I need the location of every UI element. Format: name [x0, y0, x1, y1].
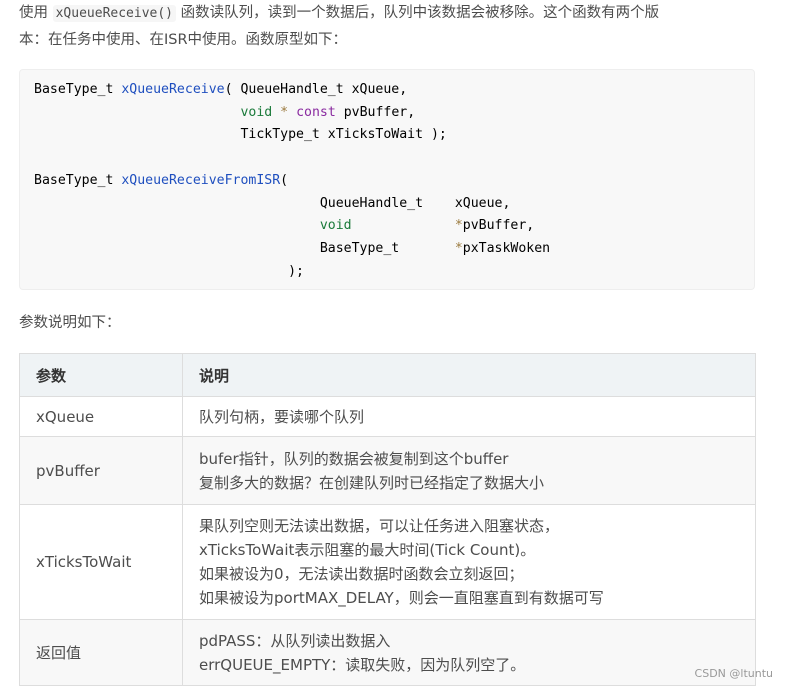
code-keyword: const [296, 104, 336, 120]
code-arg-type: void [319, 218, 352, 234]
intro-line-2: 本：在任务中使用、在ISR中使用。函数原型如下： [19, 32, 348, 48]
code-arg-type: QueueHandle_t [319, 195, 424, 211]
code-keyword: void [240, 104, 273, 120]
table-row: xQueue 队列句柄，要读哪个队列 [19, 396, 756, 437]
code-open-paren: ( [280, 172, 289, 188]
param-name: 返回值 [19, 619, 183, 686]
code-param-1: ( QueueHandle_t xQueue, [224, 82, 408, 97]
code-param-3: TickType_t xTicksToWait ); [240, 127, 447, 143]
desc-line: 复制多大的数据？在创建队列时已经指定了数据大小 [199, 473, 545, 492]
code-arg-name: xQueue, [454, 195, 511, 211]
params-heading: 参数说明如下： [19, 315, 121, 331]
table-row: 返回值 pdPASS：从队列读出数据入 errQUEUE_EMPTY：读取失败，… [19, 619, 756, 686]
desc-line: xTicksToWait表示阻塞的最大时间(Tick Count)。 [199, 541, 536, 559]
intro-line-1: 使用 xQueueReceive() 函数读队列，读到一个数据后，队列中该数据会… [19, 0, 764, 27]
desc-line: 如果被设为0，无法读出数据时函数会立刻返回； [199, 565, 524, 583]
desc-line: 队列句柄，要读哪个队列 [199, 407, 365, 426]
desc-line: bufer指针，队列的数据会被复制到这个buffer [199, 449, 509, 468]
intro-paragraph: 使用 xQueueReceive() 函数读队列，读到一个数据后，队列中该数据会… [19, 0, 764, 53]
code-block: BaseType_t xQueueReceive( QueueHandle_t … [19, 69, 755, 290]
header-param: 参数 [19, 353, 183, 397]
intro-suffix: 函数读队列，读到一个数据后，队列中该数据会被移除。这个函数有两个版 [180, 5, 660, 21]
code-arg-name: pvBuffer, [462, 218, 535, 234]
code-close-paren: ); [288, 263, 304, 279]
code-content: BaseType_t xQueueReceive( QueueHandle_t … [20, 70, 754, 283]
code-param-2: pvBuffer, [343, 104, 416, 120]
param-name: xTicksToWait [19, 504, 183, 620]
code-fn-name: xQueueReceiveFromISR [121, 172, 281, 188]
code-operator: * [454, 240, 463, 256]
param-desc: 果队列空则无法读出数据，可以让任务进入阻塞状态， xTicksToWait表示阻… [182, 504, 756, 620]
code-arg-type: BaseType_t [319, 240, 400, 256]
table-header-row: 参数 说明 [19, 353, 756, 397]
param-name: pvBuffer [19, 436, 183, 505]
desc-line: errQUEUE_EMPTY：读取失败，因为队列空了。 [199, 655, 526, 674]
param-desc: 队列句柄，要读哪个队列 [182, 396, 756, 437]
desc-line: pdPASS：从队列读出数据入 [199, 631, 391, 650]
desc-line: 果队列空则无法读出数据，可以让任务进入阻塞状态， [199, 517, 560, 535]
intro-prefix: 使用 [19, 5, 48, 21]
desc-line: 如果被设为portMAX_DELAY，则会一直阻塞直到有数据可写 [199, 589, 604, 607]
code-arg-name: pxTaskWoken [462, 240, 551, 256]
header-desc: 说明 [182, 353, 756, 397]
table-row: xTicksToWait 果队列空则无法读出数据，可以让任务进入阻塞状态， xT… [19, 504, 756, 620]
code-operator: * [454, 218, 463, 234]
inline-function-name: xQueueReceive() [52, 5, 177, 22]
param-desc: bufer指针，队列的数据会被复制到这个buffer 复制多大的数据？在创建队列… [182, 436, 756, 505]
table-row: pvBuffer bufer指针，队列的数据会被复制到这个buffer 复制多大… [19, 436, 756, 505]
param-desc: pdPASS：从队列读出数据入 errQUEUE_EMPTY：读取失败，因为队列… [182, 619, 756, 686]
code-fn-name: xQueueReceive [121, 82, 225, 97]
params-table: 参数 说明 xQueue 队列句柄，要读哪个队列 pvBuffer bufer指… [19, 353, 756, 686]
param-name: xQueue [19, 396, 183, 437]
csdn-watermark: CSDN @ltuntu [694, 667, 773, 680]
code-operator: * [280, 104, 289, 120]
code-ret-type: BaseType_t [34, 172, 114, 188]
code-ret-type: BaseType_t [34, 82, 114, 97]
